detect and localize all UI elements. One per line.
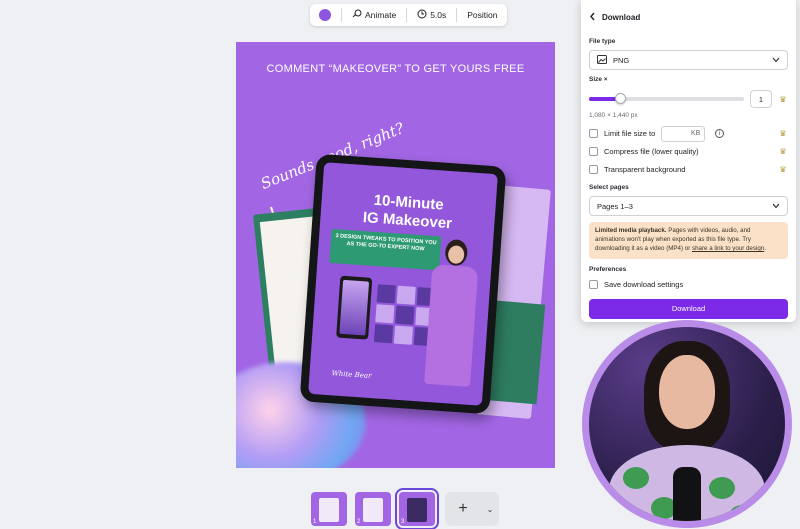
phone-mockup-image [336,275,373,340]
page-header-text: COMMENT “MAKEOVER” TO GET YOURS FREE [266,63,525,75]
thumbnail-number: 2 [357,519,361,525]
page-thumbnails: 1 2 3 + ⌄ [311,488,499,529]
crown-icon: ♛ [779,147,787,156]
crown-icon: ♛ [779,94,787,104]
crown-icon: ♛ [779,165,787,174]
add-page-button[interactable]: + [445,492,481,526]
crown-icon: ♛ [779,129,787,138]
download-panel: Download File type PNG Size × 1 ♛ 1,080 … [581,0,796,322]
chevron-down-icon [772,56,780,65]
transparent-checkbox[interactable] [589,165,598,174]
select-pages-label: Select pages [589,184,629,191]
notice-end: . [764,244,766,252]
duration-label: 5.0s [430,10,447,20]
save-settings-label: Save download settings [604,279,684,289]
microphone [673,467,701,521]
transparent-option: Transparent background ♛ [589,161,788,178]
file-type-label: File type [589,38,616,45]
thumbnail-number: 1 [313,519,317,525]
brand-signature: White Bear [331,369,372,381]
file-type-select[interactable]: PNG [589,50,788,70]
download-button[interactable]: Download [589,298,788,319]
dimensions-text: 1,080 × 1,440 px [589,112,638,119]
file-type-value: PNG [613,55,630,65]
limit-file-size-checkbox[interactable] [589,129,598,138]
compress-label: Compress file (lower quality) [604,147,699,156]
position-button[interactable]: Position [464,10,500,20]
pages-select[interactable]: Pages 1–3 [589,196,788,216]
toolbar-divider [406,8,408,22]
tablet-screen: 10-Minute IG Makeover 3 DESIGN TWEAKS TO… [308,162,498,406]
page-thumbnail-2[interactable]: 2 [355,492,391,526]
animate-icon [352,9,362,21]
toolbar-divider [456,8,458,22]
size-slider-handle[interactable] [615,93,626,104]
info-icon[interactable]: i [715,129,725,138]
presenter-video [589,327,785,521]
limit-file-size-label: Limit file size to [604,129,656,138]
share-link[interactable]: share a link to your design [692,245,764,252]
tablet-subtitle-banner: 3 DESIGN TWEAKS TO POSITION YOU AS THE G… [329,228,442,271]
preferences-label: Preferences [589,265,627,273]
webcam-overlay [582,320,792,528]
save-settings-option: Save download settings [589,276,788,293]
position-label: Position [467,10,498,20]
chevron-down-icon [772,202,780,211]
animate-label: Animate [365,10,397,20]
toolbar-divider [341,8,342,22]
kb-unit: KB [690,130,701,137]
compress-option: Compress file (lower quality) ♛ [589,143,788,160]
back-chevron-icon[interactable] [589,12,596,23]
size-slider[interactable] [589,93,744,104]
clock-icon [417,9,427,21]
transparent-label: Transparent background [604,165,686,174]
save-settings-checkbox[interactable] [589,279,598,289]
media-playback-notice: Limited media playback. Pages with video… [589,222,788,259]
author-photo [420,238,485,391]
size-label: Size × [589,76,608,83]
design-page[interactable]: COMMENT “MAKEOVER” TO GET YOURS FREE Sou… [236,42,555,468]
panel-title: Download [602,12,641,22]
thumbnail-number: 3 [401,519,405,525]
limit-file-size-option: Limit file size to KB i ♛ [589,125,788,142]
tablet-mockup: 10-Minute IG Makeover 3 DESIGN TWEAKS TO… [299,153,507,415]
pages-menu-button[interactable]: ⌄ [481,492,499,526]
animate-button[interactable]: Animate [349,9,399,21]
page-thumbnail-3[interactable]: 3 [395,488,439,529]
size-input[interactable]: 1 [750,90,772,108]
download-panel-header: Download [589,6,788,28]
file-size-input[interactable]: KB [661,125,706,142]
size-control: 1 ♛ [589,88,788,110]
image-file-icon [597,54,607,66]
element-toolbar: Animate 5.0s Position [310,4,507,26]
notice-title: Limited media playback. [595,227,667,234]
page-thumbnail-1[interactable]: 1 [311,492,347,526]
compress-checkbox[interactable] [589,147,598,156]
color-swatch-button[interactable] [319,9,331,21]
duration-button[interactable]: 5.0s [414,9,449,21]
pages-value: Pages 1–3 [597,201,633,211]
